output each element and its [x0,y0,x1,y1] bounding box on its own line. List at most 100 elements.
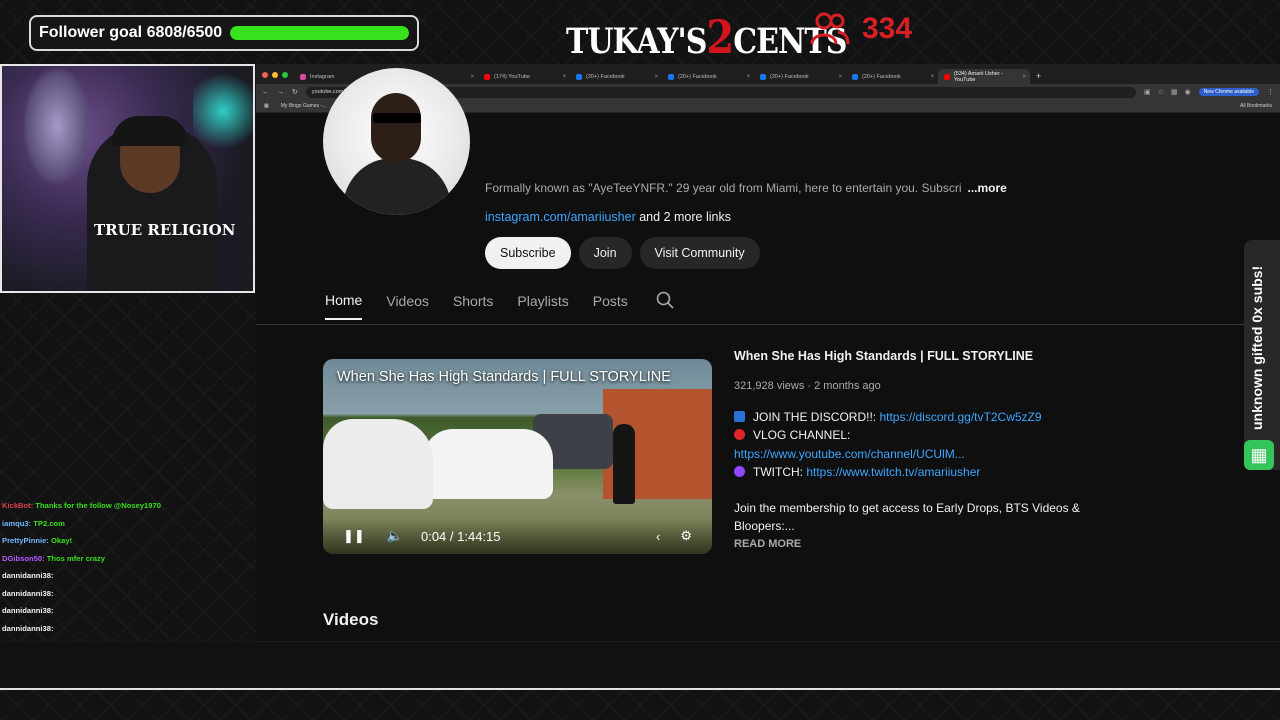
browser-tab[interactable]: (20+) Facebook × [754,69,846,84]
join-button[interactable]: Join [578,237,632,269]
reload-icon[interactable]: ↻ [292,88,298,96]
webcam-feed: TRUE RELIGION [0,64,255,293]
back-icon[interactable]: ← [262,89,269,96]
tab-posts[interactable]: Posts [593,293,628,319]
follower-goal-fill [230,26,409,40]
browser-tab[interactable]: (174) YouTube × [478,69,570,84]
browser-tab[interactable]: (20+) Facebook × [570,69,662,84]
bookmark-item[interactable]: My Bingo Games -... [281,103,327,109]
search-icon[interactable] [656,291,674,320]
background-light [193,66,253,156]
twitch-link[interactable]: https://www.twitch.tv/amariiusher [806,465,980,479]
chat-text: TP2.com [33,518,65,528]
gift-sub-text: unknown gifted 0x subs! [1249,265,1265,430]
tab-favicon-icon [668,73,674,80]
red-circle-icon [734,429,745,441]
stream-brand-logo: TUKAY'S2CENTS [566,10,847,64]
chat-text: Okay! [50,536,73,545]
tab-close-icon[interactable]: × [930,74,934,80]
more-description-link[interactable]: ...more [968,181,1007,195]
tab-close-icon[interactable]: × [746,74,750,80]
more-links[interactable]: and 2 more links [639,210,731,224]
tab-shorts[interactable]: Shorts [453,293,493,319]
featured-video-meta: 321,928 views · 2 months ago [734,380,881,392]
channel-avatar[interactable] [323,68,470,215]
browser-tab[interactable]: (20+) Facebook × [662,69,754,84]
membership-text: Join the membership to get access to Ear… [734,501,1080,534]
extension-icon[interactable]: ▦ [1171,88,1178,96]
tab-close-icon[interactable]: × [562,74,566,80]
tab-close-icon[interactable]: × [1022,74,1026,80]
volume-icon[interactable]: 🔈 [387,528,403,544]
close-window-icon[interactable] [262,72,268,78]
chat-message: KickBot: Thanks for the follow @Nosey197… [2,497,252,515]
chat-username[interactable]: dannidanni38: [2,571,53,580]
viewer-count: 334 [862,12,913,45]
follower-goal-widget: Follower goal 6808/6500 [29,15,419,51]
apps-grid-icon[interactable]: ▦ [264,103,269,109]
christmas-tree [22,66,92,186]
window-controls [258,72,294,84]
browser-tab[interactable]: (20+) Facebook × [846,69,938,84]
channel-links: instagram.com/amariiusher and 2 more lin… [485,210,731,224]
follower-goal-label: Follower goal 6808/6500 [39,24,223,41]
settings-gear-icon[interactable]: ⚙ [680,528,692,544]
tab-label: (20+) Facebook [770,73,809,80]
vlog-channel-link[interactable]: https://www.youtube.com/channel/UCUlM... [734,447,965,461]
chat-username[interactable]: dannidanni38: [2,606,53,615]
toolbar-icons: ▣ ☆ ▦ ◉ [1144,88,1191,96]
featured-video-info: When She Has High Standards | FULL STORY… [734,349,1134,550]
overlay-bottom-band [0,641,1280,689]
tab-label: (20+) Facebook [586,73,625,80]
chat-message: DGibson50: Thos mfer crazy [2,550,252,568]
chat-message: PrettyPinnie: Okay! [2,532,252,550]
featured-video-title[interactable]: When She Has High Standards | FULL STORY… [734,349,1134,363]
profile-icon[interactable]: ◉ [1185,88,1191,96]
shirt-logo-text: TRUE RELIGION [94,221,236,239]
tab-label: (20+) Facebook [862,73,901,80]
menu-dots-icon[interactable]: ⋮ [1267,88,1274,96]
read-more-link[interactable]: READ MORE [734,538,1134,550]
forward-icon[interactable]: → [277,89,284,96]
tab-favicon-icon [760,73,766,80]
chat-message: dannidanni38: [2,567,252,585]
chat-username[interactable]: dannidanni38: [2,589,53,598]
chrome-update-badge[interactable]: New Chrome available [1198,88,1259,96]
chat-text: Thanks for the follow @Nosey1970 [35,501,161,510]
browser-tab[interactable]: (534) Amarii Usher - YouTube × [938,69,1030,84]
purple-circle-icon [734,465,745,477]
all-bookmarks[interactable]: All Bookmarks [1240,103,1272,109]
tab-close-icon[interactable]: × [838,74,842,80]
tab-videos[interactable]: Videos [386,293,429,319]
visit-community-button[interactable]: Visit Community [639,237,760,269]
chat-username[interactable]: iamqu3: [2,519,31,528]
tab-playlists[interactable]: Playlists [517,293,568,319]
player-title: When She Has High Standards | FULL STORY… [337,369,671,385]
blue-square-icon [734,411,745,422]
screen: Follower goal 6808/6500 TUKAY'S2CENTS 33… [0,0,1280,720]
maximize-window-icon[interactable] [282,72,288,78]
chat-username[interactable]: DGibson50: [2,554,45,563]
chat-message: dannidanni38: [2,585,252,603]
chat-message: dannidanni38: [2,602,252,620]
tab-home[interactable]: Home [325,292,363,320]
new-tab-icon[interactable]: + [1030,71,1047,84]
chevron-left-icon[interactable]: ‹ [656,529,660,544]
instagram-link[interactable]: instagram.com/amariiusher [485,210,636,224]
tab-favicon-icon [944,73,950,80]
tab-close-icon[interactable]: × [470,74,474,80]
subscribe-button[interactable]: Subscribe [485,237,571,269]
chat-username[interactable]: dannidanni38: [2,624,53,633]
featured-video-description: JOIN THE DISCORD!!: https://discord.gg/t… [734,408,1134,536]
discord-link[interactable]: https://discord.gg/tvT2Cw5zZ9 [879,410,1041,424]
pause-icon[interactable]: ❚❚ [343,528,365,544]
users-icon [810,12,850,45]
channel-description[interactable]: Formally known as "AyeTeeYNFR." 29 year … [485,181,1007,195]
minimize-window-icon[interactable] [272,72,278,78]
install-icon[interactable]: ▣ [1144,88,1151,96]
chat-username[interactable]: PrettyPinnie: [2,536,49,545]
featured-video-player[interactable]: When She Has High Standards | FULL STORY… [323,359,712,554]
bookmark-star-icon[interactable]: ☆ [1158,88,1164,96]
tab-close-icon[interactable]: × [654,74,658,80]
chat-username[interactable]: KickBot: [2,501,33,510]
